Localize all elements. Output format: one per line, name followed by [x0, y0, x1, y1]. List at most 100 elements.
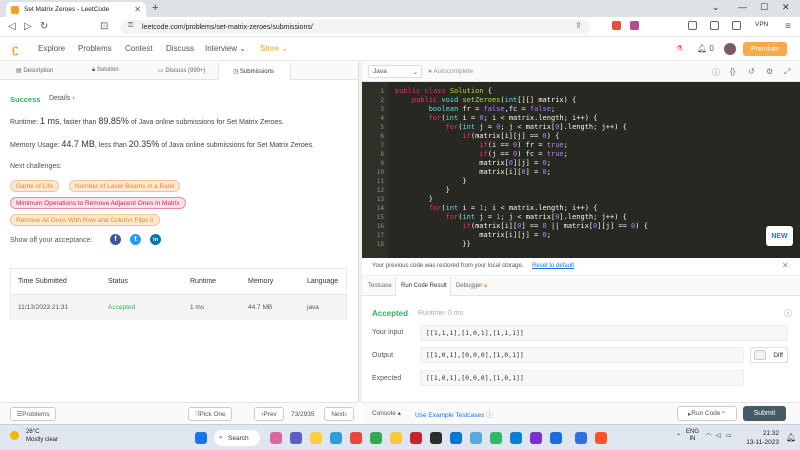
- app-icon[interactable]: [430, 432, 442, 444]
- debug-icon[interactable]: ⚗: [676, 44, 683, 53]
- line-number: 6: [380, 133, 384, 140]
- extension-icon[interactable]: [630, 21, 639, 30]
- new-tab-icon[interactable]: +: [152, 2, 158, 14]
- linkedin-icon[interactable]: in: [150, 234, 161, 245]
- url-field[interactable]: ⚿ leetcode.com/problems/set-matrix-zeroe…: [120, 20, 590, 34]
- chevron-down-icon[interactable]: ⌄: [712, 2, 720, 13]
- challenge-laser-beams[interactable]: Number of Laser Beams in a Bank: [69, 180, 181, 192]
- pick-one-button[interactable]: ⤨ Pick One: [188, 407, 232, 421]
- edge-icon[interactable]: [330, 432, 342, 444]
- battery-icon[interactable]: ▭: [726, 432, 732, 439]
- maximize-icon[interactable]: ☐: [760, 2, 768, 13]
- chrome-icon[interactable]: [370, 432, 382, 444]
- twitter-icon[interactable]: t: [130, 234, 141, 245]
- console-button[interactable]: Console ▴: [372, 409, 401, 417]
- close-icon[interactable]: ✕: [782, 261, 789, 270]
- cell-status[interactable]: Accepted: [108, 304, 135, 311]
- nav-contest[interactable]: Contest: [125, 44, 153, 53]
- braces-icon[interactable]: {}: [730, 67, 735, 76]
- brave-icon[interactable]: [595, 432, 607, 444]
- app-icon[interactable]: [350, 432, 362, 444]
- clock[interactable]: 21:32 13-11-2023: [735, 429, 779, 447]
- speaker-icon[interactable]: ◁: [716, 432, 721, 439]
- outlook-icon[interactable]: [450, 432, 462, 444]
- mcafee-icon[interactable]: [410, 432, 422, 444]
- code-line: if(matrix[i][j] == 0) {: [462, 132, 560, 140]
- app-icon[interactable]: [530, 432, 542, 444]
- app-icon[interactable]: [550, 432, 562, 444]
- file-explorer-icon[interactable]: [310, 432, 322, 444]
- new-badge-button[interactable]: NEW: [766, 226, 793, 246]
- challenge-remove-adjacent-ones[interactable]: Minimum Operations to Remove Adjacent On…: [10, 197, 186, 209]
- info-icon[interactable]: ⓘ: [712, 67, 720, 78]
- diff-toggle[interactable]: [754, 350, 766, 360]
- prev-button[interactable]: ‹ Prev: [254, 407, 284, 421]
- wallet-icon[interactable]: [732, 21, 741, 30]
- share-icon[interactable]: ⇪: [575, 21, 582, 30]
- moon-weather-icon: [10, 431, 19, 440]
- tab-debugger[interactable]: Debugger 🔒︎: [456, 283, 487, 290]
- nav-store[interactable]: Store ⌄: [260, 44, 288, 53]
- close-window-icon[interactable]: ✕: [782, 2, 790, 13]
- use-example-testcases-link[interactable]: Use Example Testcases ⓘ: [415, 409, 493, 419]
- reset-icon[interactable]: ↺: [748, 67, 755, 76]
- photos-icon[interactable]: [470, 432, 482, 444]
- info-icon[interactable]: ⓘ: [784, 308, 792, 319]
- problems-button[interactable]: ☰ Problems: [10, 407, 56, 421]
- facebook-icon[interactable]: f: [110, 234, 121, 245]
- teams-icon[interactable]: [290, 432, 302, 444]
- settings-icon[interactable]: ⚙: [766, 67, 773, 76]
- language-indicator[interactable]: ENG IN: [686, 429, 699, 443]
- tab-submissions[interactable]: ◷ Submissions: [218, 63, 291, 80]
- reset-default-link[interactable]: Reset to default: [532, 263, 574, 269]
- minimize-icon[interactable]: —: [738, 2, 747, 12]
- wifi-icon[interactable]: ◠: [706, 432, 711, 439]
- tab-testcase[interactable]: Testcase: [368, 283, 392, 289]
- browser-tab[interactable]: Set Matrix Zeroes - LeetCode ✕: [6, 2, 146, 17]
- menu-icon[interactable]: ≡: [785, 21, 791, 32]
- tab-discuss[interactable]: ▭ Discuss (999+): [158, 67, 206, 74]
- run-code-button[interactable]: ▸ Run Code ⌃: [677, 406, 737, 421]
- sidebar-icon[interactable]: [688, 21, 697, 30]
- bookmark-icon[interactable]: ⊡: [100, 21, 108, 32]
- nav-explore[interactable]: Explore: [38, 44, 65, 53]
- windows-start-icon[interactable]: [195, 432, 207, 444]
- taskbar-search[interactable]: ⌕ Search: [214, 430, 260, 446]
- chevron-up-icon[interactable]: ⌃: [676, 433, 681, 440]
- submit-button[interactable]: Submit: [743, 406, 786, 421]
- forward-icon[interactable]: ▷: [24, 21, 32, 32]
- challenge-remove-all-ones[interactable]: Remove All Ones With Row and Column Flip…: [10, 214, 160, 226]
- language-select[interactable]: Java ⌄: [368, 65, 422, 78]
- table-row[interactable]: 11/13/2023 21:31 Accepted 1 ms 44.7 MB j…: [11, 295, 346, 320]
- leetcode-logo-icon[interactable]: ʗ: [12, 42, 19, 56]
- avatar[interactable]: [724, 43, 736, 55]
- vscode-icon[interactable]: [510, 432, 522, 444]
- autocomplete-toggle[interactable]: ● Autocomplete: [428, 68, 473, 75]
- premium-button[interactable]: Premium: [743, 42, 787, 56]
- app-icon[interactable]: [270, 432, 282, 444]
- next-button[interactable]: Next ›: [324, 407, 354, 421]
- notification-bell-icon[interactable]: 🔔︎ 0: [697, 44, 714, 53]
- close-tab-icon[interactable]: ✕: [134, 5, 141, 14]
- whatsapp-icon[interactable]: [490, 432, 502, 444]
- tab-solution[interactable]: 🔒︎ Solution: [92, 67, 119, 74]
- details-link[interactable]: Details ›: [49, 95, 75, 102]
- back-icon[interactable]: ◁: [8, 21, 16, 32]
- nav-problems[interactable]: Problems: [78, 44, 112, 53]
- reload-icon[interactable]: ↻: [40, 21, 48, 32]
- brave-shield-icon[interactable]: [612, 21, 621, 30]
- app-icon[interactable]: [390, 432, 402, 444]
- fullscreen-icon[interactable]: ⤢: [784, 67, 790, 77]
- nav-discuss[interactable]: Discuss: [166, 44, 194, 53]
- app-icon[interactable]: [575, 432, 587, 444]
- challenge-game-of-life[interactable]: Game of Life: [10, 180, 60, 192]
- tab-description[interactable]: ▤ Description: [16, 67, 53, 74]
- site-info-icon[interactable]: ⚿: [128, 22, 133, 30]
- code-editor[interactable]: 1 2 3 4 5 6 7 8 9 10 11 12 13 14 15 16 1…: [362, 82, 800, 258]
- weather-widget[interactable]: 26°C Mostly clear: [10, 428, 58, 444]
- notification-icon[interactable]: 🔔︎: [786, 433, 796, 442]
- tab-search-icon[interactable]: [710, 21, 719, 30]
- tab-run-code-result[interactable]: Run Code Result: [395, 277, 451, 296]
- nav-interview[interactable]: Interview ⌄: [205, 44, 246, 53]
- vpn-button[interactable]: VPN: [755, 21, 768, 28]
